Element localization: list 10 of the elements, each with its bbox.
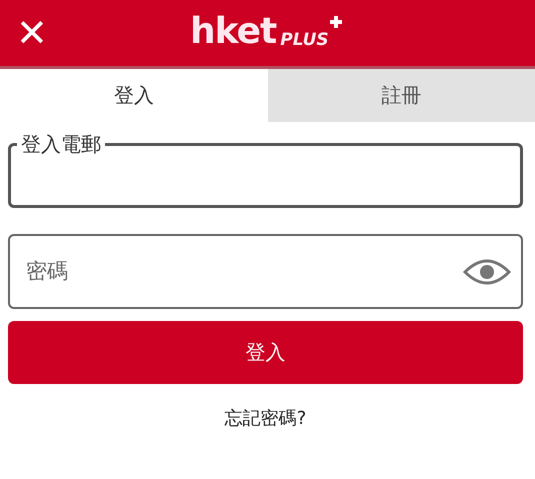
logo-text: hket: [190, 14, 276, 50]
close-button[interactable]: ✕: [2, 14, 62, 52]
login-button[interactable]: 登入: [8, 321, 523, 384]
forgot-password-link[interactable]: 忘記密碼?: [224, 406, 306, 430]
tab[interactable]: 註冊: [268, 69, 535, 122]
logo-subtext: PLUS: [280, 30, 329, 50]
password-field[interactable]: 密碼: [8, 234, 523, 309]
email-field[interactable]: 登入電郵: [8, 134, 523, 208]
eye-icon[interactable]: [463, 258, 511, 286]
plus-icon: [330, 16, 342, 28]
